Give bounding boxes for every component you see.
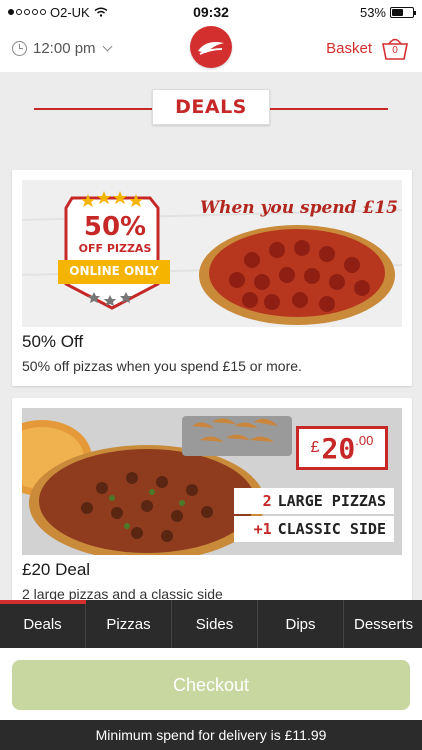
deal-description: 50% off pizzas when you spend £15 or mor… (22, 358, 302, 374)
chevron-down-icon (102, 41, 112, 51)
pizza-hut-logo[interactable] (190, 26, 232, 68)
tab-pizzas[interactable]: Pizzas (86, 600, 172, 648)
tab-dips[interactable]: Dips (258, 600, 344, 648)
deal-card-50-off[interactable]: 50% OFF PIZZAS ONLINE ONLY When you spen… (12, 170, 412, 386)
delivery-time-label: 12:00 pm (33, 39, 96, 57)
basket-icon: 0 (380, 35, 410, 61)
deal-card-20-deal[interactable]: £ 20 .00 2 LARGE PIZZAS +1 CLASSIC SIDE … (12, 398, 412, 614)
tab-sides[interactable]: Sides (172, 600, 258, 648)
minimum-spend-notice: Minimum spend for delivery is £11.99 (0, 720, 422, 750)
caption-1-accent: 2 (262, 492, 272, 510)
tab-desserts[interactable]: Desserts (344, 600, 422, 648)
caption-2-text: CLASSIC SIDE (277, 520, 386, 538)
battery-percent: 53% (359, 4, 386, 20)
battery-fill (392, 8, 403, 16)
battery-icon (390, 6, 416, 18)
app-header: 12:00 pm Basket 0 (0, 24, 422, 72)
deal-caption-line-2: +1 CLASSIC SIDE (234, 516, 394, 542)
signal-strength-icon (8, 9, 46, 15)
price-main: 20 (321, 431, 356, 465)
promo-badge-percent: 50% (83, 212, 147, 242)
deal-price-tag: £ 20 .00 (296, 426, 388, 470)
deal-title: 50% Off (22, 332, 84, 351)
deals-section-header: DEALS (0, 72, 422, 142)
status-right: 53% (359, 4, 416, 20)
basket-button[interactable]: Basket 0 (326, 35, 410, 61)
basket-count-badge: 0 (392, 45, 398, 56)
deal-image-20-deal: £ 20 .00 2 LARGE PIZZAS +1 CLASSIC SIDE (22, 408, 402, 555)
section-title-box: DEALS (152, 89, 270, 125)
hut-roof-icon (198, 42, 224, 55)
promo-badge-ribbon: ONLINE ONLY (69, 264, 159, 278)
checkout-area: Checkout (0, 648, 422, 720)
category-tab-bar: Deals Pizzas Sides Dips Desserts (0, 600, 422, 648)
title-divider-left (34, 108, 152, 110)
status-left: O2-UK (8, 5, 108, 20)
section-title: DEALS (175, 96, 247, 118)
delivery-time-selector[interactable]: 12:00 pm (12, 39, 112, 57)
promo-headline: When you spend £15 (200, 198, 398, 218)
deal-caption-line-1: 2 LARGE PIZZAS (234, 488, 394, 514)
carrier-name: O2-UK (50, 4, 90, 20)
basket-label: Basket (326, 39, 372, 57)
price-pence: .00 (355, 433, 374, 448)
title-divider-right (270, 108, 388, 110)
caption-1-text: LARGE PIZZAS (277, 492, 386, 510)
price-currency: £ (310, 439, 320, 456)
tab-deals[interactable]: Deals (0, 600, 86, 648)
caption-2-accent: +1 (253, 520, 272, 538)
promo-badge-subtitle: OFF PIZZAS (78, 242, 152, 255)
status-bar: O2-UK 09:32 53% (0, 0, 422, 24)
wifi-icon (94, 7, 108, 17)
checkout-button[interactable]: Checkout (12, 660, 410, 710)
deals-list: 50% OFF PIZZAS ONLINE ONLY When you spen… (12, 170, 412, 626)
status-time: 09:32 (193, 4, 229, 20)
deal-title: £20 Deal (22, 560, 91, 579)
deal-image-50-off: 50% OFF PIZZAS ONLINE ONLY When you spen… (22, 180, 402, 327)
clock-icon (12, 40, 27, 56)
